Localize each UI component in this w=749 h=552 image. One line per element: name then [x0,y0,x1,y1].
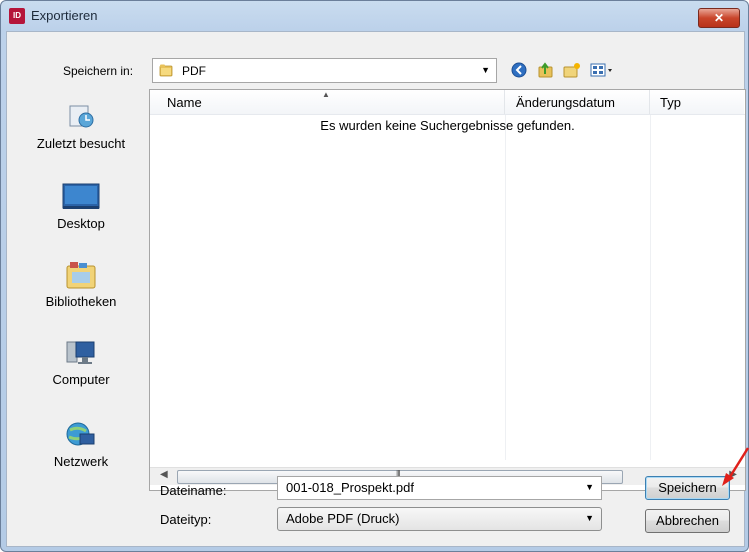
new-folder-icon[interactable] [562,61,582,79]
chevron-down-icon[interactable]: ▼ [585,482,594,492]
filename-value: 001-018_Prospekt.pdf [286,480,414,495]
column-divider [650,115,651,460]
column-header-date[interactable]: Änderungsdatum [505,90,650,114]
computer-icon [66,341,95,364]
back-icon[interactable] [510,61,530,79]
header-divider [150,114,745,115]
places-bar: Zuletzt besucht Desktop Bibliotheken Com… [17,90,145,520]
place-libraries[interactable]: Bibliotheken [17,260,145,309]
empty-results-message: Es wurden keine Suchergebnisse gefunden. [320,118,575,133]
save-button[interactable]: Speichern [645,476,730,500]
current-folder-name: PDF [182,64,206,78]
dialog-client-area: Speichern in: PDF ▼ Zuletzt besucht Desk… [6,31,746,547]
annotation-arrow-icon [722,447,749,486]
desktop-icon [62,183,100,209]
title-bar[interactable]: ID Exportieren ✕ [1,1,748,31]
indesign-app-icon: ID [9,8,25,24]
recent-places-icon [69,105,94,128]
file-list[interactable]: Name ▲ Änderungsdatum Typ Es wurden kein… [149,89,746,491]
place-label: Computer [52,372,110,387]
folder-icon [159,64,173,77]
place-label: Desktop [57,216,105,231]
filename-input[interactable]: 001-018_Prospekt.pdf ▼ [277,476,602,500]
save-in-label: Speichern in: [63,64,134,78]
scroll-left-icon[interactable]: ◀ [160,469,168,480]
cancel-button[interactable]: Abbrechen [645,509,730,533]
close-button[interactable]: ✕ [698,8,740,28]
filetype-dropdown[interactable]: Adobe PDF (Druck) ▼ [277,507,602,531]
place-computer[interactable]: Computer [17,338,145,387]
window-title: Exportieren [31,8,98,23]
sort-ascending-icon: ▲ [322,90,330,99]
save-in-dropdown[interactable]: PDF ▼ [152,58,497,83]
place-recent[interactable]: Zuletzt besucht [17,102,145,151]
filetype-value: Adobe PDF (Druck) [286,511,400,526]
chevron-down-icon: ▼ [481,65,490,75]
up-folder-icon[interactable] [536,61,556,79]
column-header-name[interactable]: Name ▲ [150,90,505,114]
place-label: Zuletzt besucht [36,136,126,151]
column-divider [505,115,506,460]
network-icon [66,422,95,446]
view-menu-icon[interactable] [589,61,615,79]
place-label: Bibliotheken [45,294,117,309]
filename-label: Dateiname: [160,483,227,498]
place-desktop[interactable]: Desktop [17,182,145,231]
place-network[interactable]: Netzwerk [17,420,145,469]
export-dialog: ID Exportieren ✕ Speichern in: PDF ▼ Zul… [0,0,749,552]
place-label: Netzwerk [53,454,109,469]
column-header-type[interactable]: Typ [650,90,744,114]
filetype-label: Dateityp: [160,512,212,527]
libraries-icon [66,262,96,289]
chevron-down-icon: ▼ [585,513,594,523]
